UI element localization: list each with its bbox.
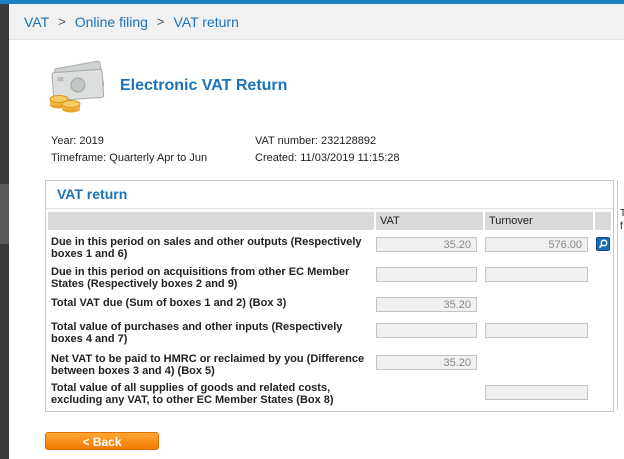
breadcrumb-separator: > <box>58 14 66 29</box>
breadcrumb-online-filing[interactable]: Online filing <box>75 14 148 30</box>
panel-title: VAT return <box>57 186 128 202</box>
breadcrumb: VAT > Online filing > VAT return <box>9 4 624 40</box>
breadcrumb-vat-return[interactable]: VAT return <box>174 14 239 30</box>
created-text: Created: 11/03/2019 11:15:28 <box>255 152 400 164</box>
back-button[interactable]: < Back <box>45 432 159 450</box>
left-sidebar-strip <box>0 4 9 459</box>
row-label-box2-9: Due in this period on acquisitions from … <box>51 266 350 290</box>
cash-money-icon <box>45 57 111 115</box>
vat-field-box2[interactable] <box>376 267 477 282</box>
breadcrumb-separator: > <box>156 14 165 29</box>
turnover-field-box8[interactable] <box>485 385 588 400</box>
row-label-box4-7: Total value of purchases and other input… <box>51 321 343 345</box>
turnover-field-box6[interactable] <box>485 237 588 252</box>
return-info-right: VAT number: 232128892 Created: 11/03/201… <box>255 133 400 167</box>
side-panel-edge: T f <box>617 180 624 410</box>
vat-number-text: VAT number: 232128892 <box>255 135 377 147</box>
breadcrumb-vat[interactable]: VAT <box>24 14 49 30</box>
row-label-box5: Net VAT to be paid to HMRC or reclaimed … <box>51 353 365 377</box>
return-info-left: Year: 2019 Timeframe: Quarterly Apr to J… <box>51 133 207 167</box>
row-label-box8: Total value of all supplies of goods and… <box>51 382 334 406</box>
timeframe-text: Timeframe: Quarterly Apr to Jun <box>51 152 208 164</box>
side-panel-fragment: T <box>620 208 624 219</box>
vat-field-box4[interactable] <box>376 323 477 338</box>
year-text: Year: 2019 <box>51 135 104 147</box>
panel-divider <box>46 208 613 209</box>
page-title: Electronic VAT Return <box>120 77 288 94</box>
vat-return-panel: VAT return VAT Turnover Due in this peri… <box>45 180 614 412</box>
turnover-field-box9[interactable] <box>485 267 588 282</box>
vat-field-box3[interactable] <box>376 297 477 312</box>
row-label-box3: Total VAT due (Sum of boxes 1 and 2) (Bo… <box>51 297 287 309</box>
search-icon[interactable] <box>596 237 610 251</box>
turnover-field-box7[interactable] <box>485 323 588 338</box>
column-header-actions <box>593 212 615 230</box>
sidebar-notch <box>0 184 9 244</box>
column-header-turnover: Turnover <box>483 212 594 230</box>
vat-field-box5[interactable] <box>376 355 477 370</box>
vat-field-box1[interactable] <box>376 237 477 252</box>
side-panel-fragment: f <box>620 221 623 232</box>
column-header-vat: VAT <box>374 212 480 230</box>
row-label-box1-6: Due in this period on sales and other ou… <box>51 236 362 260</box>
table-header: VAT Turnover <box>48 212 611 230</box>
